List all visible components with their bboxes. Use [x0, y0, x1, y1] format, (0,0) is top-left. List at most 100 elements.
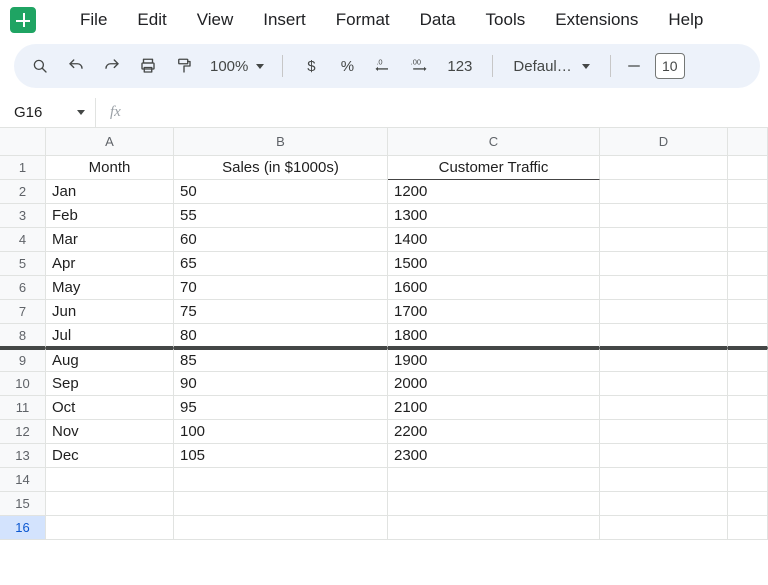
- cell[interactable]: [728, 252, 768, 276]
- menu-help[interactable]: Help: [654, 6, 717, 34]
- cell[interactable]: 75: [174, 300, 388, 324]
- cell[interactable]: [46, 492, 174, 516]
- cell[interactable]: Jan: [46, 180, 174, 204]
- row-header[interactable]: 16: [0, 516, 46, 540]
- cell[interactable]: 2000: [388, 372, 600, 396]
- spreadsheet-grid[interactable]: A B C D 1 Month Sales (in $1000s) Custom…: [0, 128, 768, 540]
- cell[interactable]: 105: [174, 444, 388, 468]
- cell[interactable]: [728, 516, 768, 540]
- cell[interactable]: [600, 300, 728, 324]
- menu-format[interactable]: Format: [322, 6, 404, 34]
- menu-file[interactable]: File: [66, 6, 121, 34]
- cell[interactable]: [46, 516, 174, 540]
- cell[interactable]: 1800: [388, 324, 600, 348]
- cell[interactable]: Jun: [46, 300, 174, 324]
- increase-decimal-button[interactable]: .00: [403, 51, 435, 81]
- cell[interactable]: 1400: [388, 228, 600, 252]
- cell[interactable]: [728, 420, 768, 444]
- cell[interactable]: [600, 180, 728, 204]
- menu-view[interactable]: View: [183, 6, 248, 34]
- row-header[interactable]: 4: [0, 228, 46, 252]
- cell[interactable]: Aug: [46, 348, 174, 372]
- cell[interactable]: 2300: [388, 444, 600, 468]
- cell[interactable]: [728, 300, 768, 324]
- decrease-decimal-button[interactable]: .0: [367, 51, 399, 81]
- cell[interactable]: [728, 396, 768, 420]
- cell[interactable]: [728, 468, 768, 492]
- row-header[interactable]: 6: [0, 276, 46, 300]
- cell[interactable]: [174, 516, 388, 540]
- row-header[interactable]: 3: [0, 204, 46, 228]
- cell[interactable]: 100: [174, 420, 388, 444]
- cell[interactable]: 90: [174, 372, 388, 396]
- menu-extensions[interactable]: Extensions: [541, 6, 652, 34]
- cell[interactable]: Customer Traffic: [388, 156, 600, 180]
- cell[interactable]: Apr: [46, 252, 174, 276]
- col-header-D[interactable]: D: [600, 128, 728, 156]
- cell[interactable]: [728, 276, 768, 300]
- cell[interactable]: [728, 204, 768, 228]
- cell[interactable]: [600, 492, 728, 516]
- cell[interactable]: [600, 444, 728, 468]
- cell[interactable]: [728, 372, 768, 396]
- print-icon[interactable]: [132, 51, 164, 81]
- cell[interactable]: [388, 492, 600, 516]
- paint-format-icon[interactable]: [168, 51, 200, 81]
- cell[interactable]: Dec: [46, 444, 174, 468]
- cell[interactable]: [728, 180, 768, 204]
- cell[interactable]: [174, 492, 388, 516]
- row-header[interactable]: 2: [0, 180, 46, 204]
- cell[interactable]: [600, 468, 728, 492]
- cell[interactable]: 85: [174, 348, 388, 372]
- cell[interactable]: Month: [46, 156, 174, 180]
- cell[interactable]: [600, 516, 728, 540]
- cell[interactable]: 1500: [388, 252, 600, 276]
- cell[interactable]: Mar: [46, 228, 174, 252]
- cell[interactable]: [600, 324, 728, 348]
- menu-insert[interactable]: Insert: [249, 6, 320, 34]
- select-all-corner[interactable]: [0, 128, 46, 156]
- cell[interactable]: [600, 156, 728, 180]
- cell[interactable]: [728, 228, 768, 252]
- col-header-C[interactable]: C: [388, 128, 600, 156]
- cell[interactable]: [600, 420, 728, 444]
- row-header[interactable]: 14: [0, 468, 46, 492]
- cell[interactable]: 60: [174, 228, 388, 252]
- cell[interactable]: 2100: [388, 396, 600, 420]
- cell[interactable]: [388, 516, 600, 540]
- cell[interactable]: 65: [174, 252, 388, 276]
- row-header[interactable]: 9: [0, 348, 46, 372]
- cell[interactable]: [728, 348, 768, 372]
- redo-icon[interactable]: [96, 51, 128, 81]
- row-header[interactable]: 8: [0, 324, 46, 348]
- cell[interactable]: [728, 156, 768, 180]
- cell[interactable]: [728, 444, 768, 468]
- font-size-input[interactable]: 10: [655, 53, 685, 79]
- cell[interactable]: Sep: [46, 372, 174, 396]
- cell[interactable]: May: [46, 276, 174, 300]
- row-header[interactable]: 12: [0, 420, 46, 444]
- menu-data[interactable]: Data: [406, 6, 470, 34]
- row-header[interactable]: 15: [0, 492, 46, 516]
- cell[interactable]: Nov: [46, 420, 174, 444]
- percent-button[interactable]: %: [331, 51, 363, 81]
- cell[interactable]: 1200: [388, 180, 600, 204]
- cell[interactable]: 55: [174, 204, 388, 228]
- cell[interactable]: [174, 468, 388, 492]
- cell[interactable]: 95: [174, 396, 388, 420]
- decrease-font-icon[interactable]: [623, 51, 645, 81]
- row-header[interactable]: 13: [0, 444, 46, 468]
- cell[interactable]: 80: [174, 324, 388, 348]
- cell[interactable]: 2200: [388, 420, 600, 444]
- cell[interactable]: 1700: [388, 300, 600, 324]
- cell[interactable]: [388, 468, 600, 492]
- menu-tools[interactable]: Tools: [472, 6, 540, 34]
- cell[interactable]: 70: [174, 276, 388, 300]
- cell[interactable]: 50: [174, 180, 388, 204]
- cell[interactable]: 1600: [388, 276, 600, 300]
- cell[interactable]: [728, 492, 768, 516]
- name-box[interactable]: G16: [0, 98, 95, 128]
- search-icon[interactable]: [24, 51, 56, 81]
- cell[interactable]: Oct: [46, 396, 174, 420]
- row-header[interactable]: 5: [0, 252, 46, 276]
